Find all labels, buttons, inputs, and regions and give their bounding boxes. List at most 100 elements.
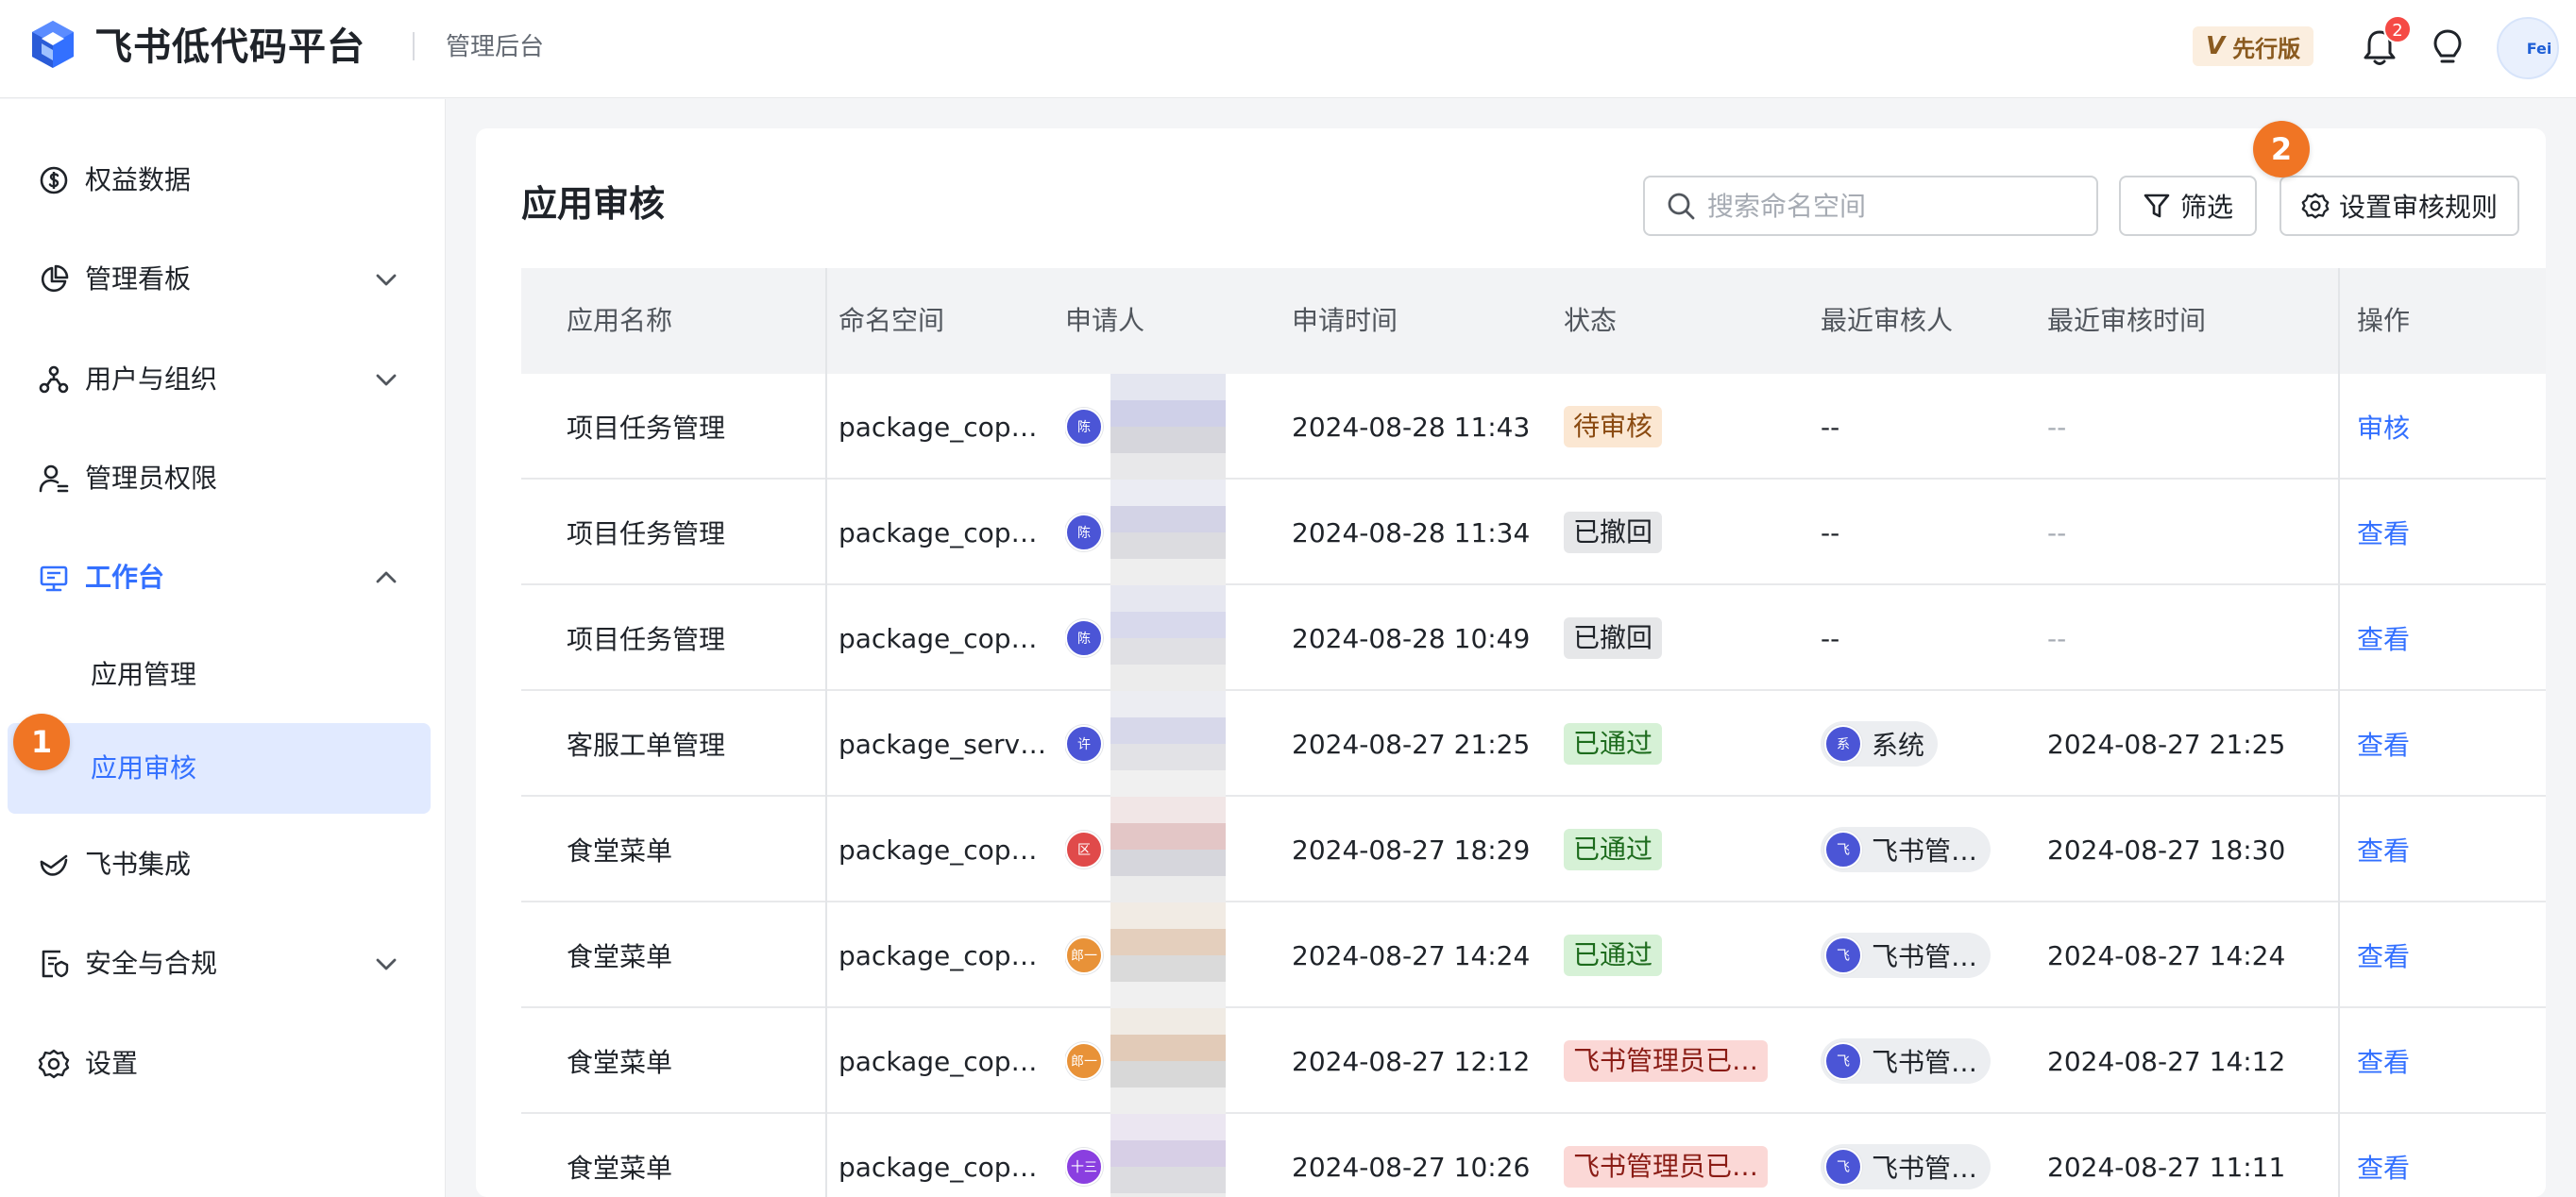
version-badge[interactable]: V 先行版: [2193, 26, 2314, 66]
action-cell: 查看: [2357, 691, 2499, 797]
namespace: package_cop…: [839, 516, 1038, 548]
set-review-rules-button[interactable]: 设置审核规则: [2279, 176, 2519, 236]
status-badge: 已通过: [1564, 723, 1663, 765]
reviewer-name: 飞书管…: [1872, 1047, 1978, 1078]
blurred-applicant-name: [1110, 374, 1226, 480]
column-header-reviewer[interactable]: 最近审核人: [1821, 268, 1953, 374]
status-cell: 已撤回: [1564, 480, 1809, 585]
action-cell: 查看: [2357, 797, 2499, 902]
reviewer-cell: 飞 飞书管…: [1821, 797, 2040, 902]
status-cell: 飞书管理员已…: [1564, 1114, 1809, 1197]
review-time: 2024-08-27 18:30: [2047, 834, 2286, 866]
applicant-avatar: 陈: [1065, 408, 1103, 446]
brand-name[interactable]: 飞书低代码平台: [94, 23, 365, 72]
sidebar-item-workbench[interactable]: 工作台: [8, 534, 431, 621]
chevron-down-icon: [376, 374, 397, 386]
action-link[interactable]: 查看: [2357, 831, 2410, 868]
page-title: 应用审核: [521, 183, 666, 225]
status-badge: 已通过: [1564, 829, 1663, 870]
search-box[interactable]: [1643, 176, 2098, 236]
sidebar-item-users-org[interactable]: 用户与组织: [8, 336, 431, 423]
chevron-down-icon: [376, 274, 397, 286]
sidebar-item-label: 工作台: [85, 562, 165, 593]
sidebar-subitem-app-management[interactable]: 应用管理: [8, 630, 431, 720]
action-link[interactable]: 审核: [2357, 408, 2410, 446]
version-label: 先行版: [2232, 35, 2301, 62]
blurred-applicant-name: [1110, 585, 1226, 691]
chevron-up-icon: [376, 571, 397, 583]
sidebar-item-benefits-data[interactable]: 权益数据: [8, 137, 431, 224]
sidebar-item-admin-permissions[interactable]: 管理员权限: [8, 435, 431, 522]
dollar-circle-icon: [40, 166, 68, 194]
lightbulb-icon[interactable]: [2429, 26, 2466, 68]
column-header-applicant[interactable]: 申请人: [1065, 268, 1144, 374]
sidebar-item-settings[interactable]: 设置: [8, 1020, 431, 1107]
chevron-down-icon: [376, 958, 397, 970]
column-header-namespace[interactable]: 命名空间: [839, 268, 944, 374]
action-link[interactable]: 查看: [2357, 619, 2410, 657]
reviewer-chip[interactable]: 飞 飞书管…: [1821, 1144, 1991, 1189]
admin-user-icon: [39, 464, 69, 493]
sidebar-subitem-app-review[interactable]: 应用审核: [8, 723, 431, 814]
action-cell: 查看: [2357, 585, 2499, 691]
applicant-avatar: 陈: [1065, 619, 1103, 657]
action-link[interactable]: 查看: [2357, 1042, 2410, 1080]
column-header-app-name[interactable]: 应用名称: [567, 268, 672, 374]
user-avatar[interactable]: Fei: [2497, 17, 2559, 79]
apply-time: 2024-08-27 10:26: [1292, 1151, 1531, 1183]
sidebar-item-feishu-integration[interactable]: 飞书集成: [8, 821, 431, 908]
review-time: --: [2047, 516, 2067, 548]
app-logo-icon[interactable]: [26, 19, 79, 72]
action-cell: 查看: [2357, 1008, 2499, 1114]
filter-button[interactable]: 筛选: [2119, 176, 2257, 236]
reviewer-chip[interactable]: 飞 飞书管…: [1821, 933, 1991, 978]
column-header-review-time[interactable]: 最近审核时间: [2047, 268, 2206, 374]
status-cell: 已撤回: [1564, 585, 1809, 691]
filter-label: 筛选: [2179, 192, 2233, 223]
apply-time: 2024-08-28 11:43: [1292, 411, 1531, 443]
namespace: package_cop…: [839, 1151, 1038, 1183]
action-cell: 审核: [2357, 374, 2499, 480]
reviewer-chip[interactable]: 系 系统: [1821, 721, 1939, 767]
sidebar-subitem-label: 应用审核: [91, 752, 197, 784]
column-divider: [2338, 268, 2340, 1197]
apply-time: 2024-08-27 21:25: [1292, 728, 1531, 760]
reviewer-avatar: 飞: [1824, 831, 1862, 868]
sidebar: 权益数据 管理看板 用户与组织 管理员权限 工作台 应用管理 应用审核 飞书集成…: [0, 99, 446, 1197]
namespace: package_cop…: [839, 939, 1038, 971]
gear-icon: [2301, 193, 2330, 219]
sidebar-item-security-compliance[interactable]: 安全与合规: [8, 920, 431, 1007]
action-cell: 查看: [2357, 480, 2499, 585]
action-link[interactable]: 查看: [2357, 514, 2410, 551]
action-link[interactable]: 查看: [2357, 1148, 2410, 1186]
blurred-applicant-name: [1110, 691, 1226, 797]
column-header-apply-time[interactable]: 申请时间: [1292, 268, 1398, 374]
column-header-action[interactable]: 操作: [2357, 268, 2410, 374]
status-badge: 已撤回: [1564, 512, 1663, 553]
notification-count-badge: 2: [2383, 15, 2412, 43]
column-header-status[interactable]: 状态: [1564, 268, 1617, 374]
action-link[interactable]: 查看: [2357, 936, 2410, 974]
namespace: package_cop…: [839, 834, 1038, 866]
applicant-avatar: 郎一: [1065, 1042, 1103, 1080]
reviewer-name: 系统: [1872, 730, 1925, 761]
app-name: 食堂菜单: [567, 835, 673, 867]
pie-chart-icon: [41, 264, 69, 293]
action-link[interactable]: 查看: [2357, 725, 2410, 763]
apply-time: 2024-08-27 18:29: [1292, 834, 1531, 866]
sidebar-item-label: 管理员权限: [85, 463, 218, 494]
status-cell: 飞书管理员已…: [1564, 1008, 1809, 1114]
sidebar-subitem-label: 应用管理: [91, 659, 197, 690]
step-marker-1: 1: [13, 714, 70, 770]
reviewer-chip[interactable]: 飞 飞书管…: [1821, 1038, 1991, 1084]
reviewer-cell: 系 系统: [1821, 691, 2040, 797]
app-name: 食堂菜单: [567, 941, 673, 972]
apply-time: 2024-08-28 10:49: [1292, 622, 1531, 654]
search-input[interactable]: [1707, 190, 2066, 222]
sidebar-item-dashboard[interactable]: 管理看板: [8, 236, 431, 323]
status-badge: 待审核: [1564, 406, 1663, 447]
reviewer-avatar: 系: [1824, 725, 1862, 763]
blurred-applicant-name: [1110, 1008, 1226, 1114]
reviewer-chip[interactable]: 飞 飞书管…: [1821, 827, 1991, 872]
apply-time: 2024-08-28 11:34: [1292, 516, 1531, 548]
